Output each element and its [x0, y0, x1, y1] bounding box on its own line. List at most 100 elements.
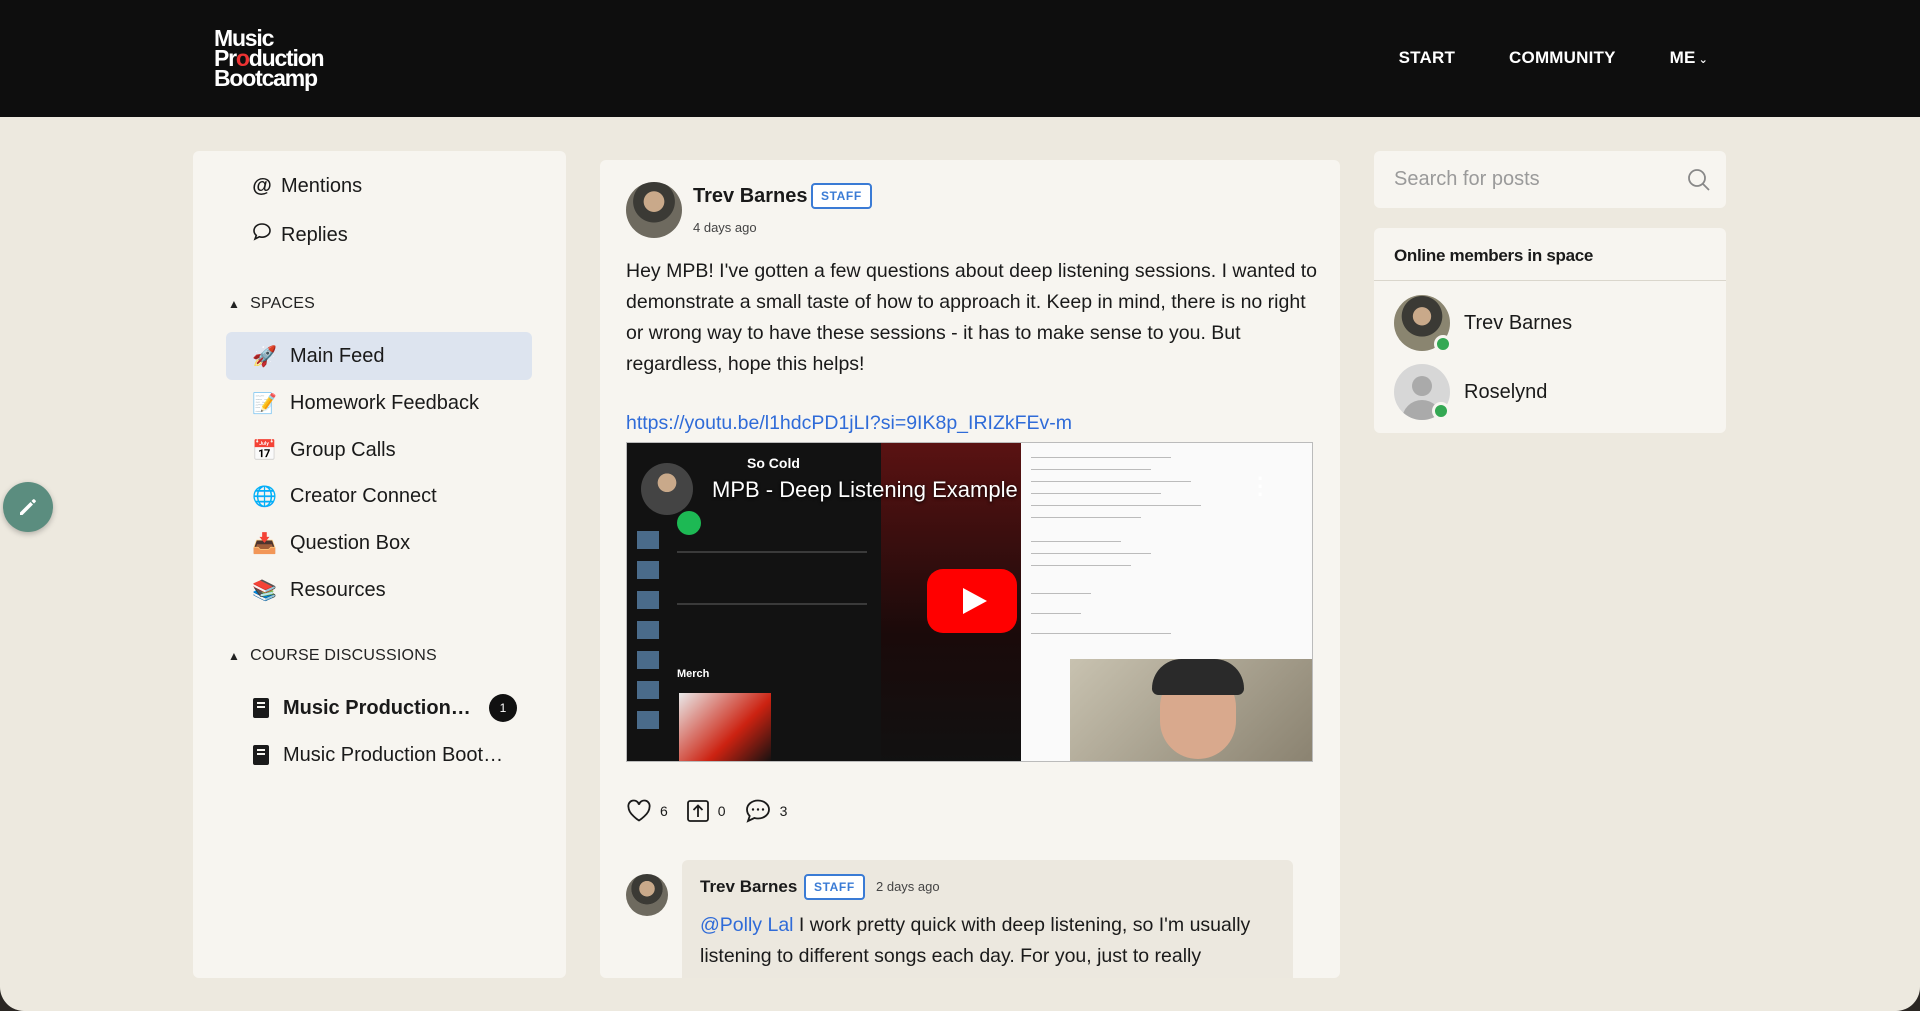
comment-count: 3	[779, 803, 788, 819]
mention-link[interactable]: @Polly Lal	[700, 914, 794, 936]
chevron-down-icon: ⌄	[1698, 54, 1708, 66]
thumbnail	[637, 711, 659, 729]
webcam-overlay	[1070, 659, 1312, 761]
rocket-icon: 🚀	[252, 345, 277, 368]
like-button[interactable]: 6	[626, 799, 668, 823]
sidebar-item-creator-connect[interactable]: 🌐 Creator Connect	[226, 472, 532, 520]
sidebar-item-label: Music Production Bootc...	[283, 743, 505, 766]
sidebar-item-label: Resources	[290, 578, 386, 601]
sidebar-item-label: Question Box	[290, 531, 411, 554]
search-box	[1374, 151, 1726, 208]
sidebar-item-question-box[interactable]: 📥 Question Box	[226, 519, 532, 567]
thumbnail	[637, 591, 659, 609]
comment-button[interactable]: 3	[744, 798, 788, 824]
thumbnail	[637, 561, 659, 579]
nav-start[interactable]: START	[1399, 48, 1455, 68]
nav-me[interactable]: ME ⌄	[1670, 48, 1708, 68]
sidebar-item-label: Replies	[281, 223, 348, 246]
share-button[interactable]: 0	[686, 799, 726, 823]
post-card: Trev Barnes STAFF 4 days ago Hey MPB! I'…	[600, 160, 1340, 978]
online-members-heading: Online members in space	[1374, 228, 1726, 281]
app-frame: Music Production Bootcamp START COMMUNIT…	[0, 0, 1920, 1011]
nav-community[interactable]: COMMUNITY	[1509, 48, 1616, 68]
speech-bubble-icon	[251, 222, 273, 248]
divider	[677, 551, 867, 553]
post-author[interactable]: Trev Barnes	[693, 185, 808, 208]
thumbnail	[637, 531, 659, 549]
staff-badge: STAFF	[811, 183, 872, 209]
share-icon	[686, 800, 709, 822]
divider	[1031, 469, 1151, 470]
divider	[1031, 493, 1161, 494]
webcam-cap	[1152, 659, 1244, 695]
search-icon[interactable]	[1686, 167, 1712, 193]
thumbnail	[637, 681, 659, 699]
divider	[677, 603, 867, 605]
pencil-icon	[20, 499, 36, 515]
search-input[interactable]	[1374, 151, 1674, 208]
online-member[interactable]: Trev Barnes	[1394, 295, 1572, 353]
comment-author[interactable]: Trev Barnes	[700, 877, 797, 897]
at-icon: @	[252, 175, 272, 197]
thumbnail	[637, 651, 659, 669]
author-avatar[interactable]	[626, 182, 682, 238]
sidebar-item-label: Group Calls	[290, 438, 396, 461]
comment-timestamp[interactable]: 2 days ago	[876, 879, 940, 894]
like-count: 6	[660, 803, 668, 819]
sidebar-item-mentions[interactable]: @ Mentions	[251, 175, 362, 198]
divider	[1031, 541, 1121, 542]
sidebar-item-replies[interactable]: Replies	[251, 222, 348, 248]
divider	[1031, 505, 1201, 506]
divider	[1031, 553, 1151, 554]
sidebar-item-label: Creator Connect	[290, 484, 437, 507]
book-icon	[253, 698, 269, 718]
logo[interactable]: Music Production Bootcamp	[214, 27, 334, 92]
memo-icon: 📝	[252, 392, 277, 415]
book-icon	[253, 745, 269, 765]
heart-icon	[627, 799, 651, 822]
online-status-dot	[1434, 335, 1452, 353]
comment-author-avatar[interactable]	[626, 874, 668, 916]
more-vertical-icon[interactable]: · · ·	[1257, 468, 1264, 506]
post-actions: 6 0 3	[626, 798, 787, 824]
divider	[1031, 593, 1091, 594]
sidebar-item-group-calls[interactable]: 📅 Group Calls	[226, 426, 532, 474]
compose-button[interactable]	[3, 482, 53, 532]
video-song-title: So Cold	[747, 455, 800, 471]
chevron-up-icon: ▲	[228, 649, 241, 663]
post-link[interactable]: https://youtu.be/l1hdcPD1jLI?si=9IK8p_IR…	[626, 412, 1072, 435]
divider	[1031, 613, 1081, 614]
video-title[interactable]: MPB - Deep Listening Example	[712, 477, 1018, 503]
spaces-section-toggle[interactable]: ▲ SPACES	[228, 295, 315, 313]
sidebar-item-homework-feedback[interactable]: 📝 Homework Feedback	[226, 379, 532, 427]
play-circle-icon	[677, 511, 701, 535]
course-discussions-section-toggle[interactable]: ▲ COURSE DISCUSSIONS	[228, 647, 437, 665]
online-status-dot	[1432, 402, 1450, 420]
sidebar-item-course-2[interactable]: Music Production Bootc...	[253, 735, 533, 775]
sidebar-item-course-1[interactable]: Music Production B... 1	[253, 688, 533, 728]
sidebar-item-resources[interactable]: 📚 Resources	[226, 566, 532, 614]
album-art	[679, 693, 771, 761]
thumbnail	[637, 621, 659, 639]
share-count: 0	[717, 803, 726, 819]
spaces-heading: SPACES	[250, 295, 316, 312]
sidebar-item-label: Music Production B...	[283, 696, 475, 719]
youtube-play-button[interactable]	[927, 569, 1017, 633]
online-members-panel: Online members in space Trev Barnes Rose…	[1374, 228, 1726, 433]
video-embed[interactable]: So Cold Merch MPB - Deep Listening Examp…	[626, 442, 1313, 762]
divider	[1031, 633, 1171, 634]
left-sidebar: @ Mentions Replies ▲ SPACES 🚀 Main Feed …	[193, 151, 566, 978]
divider	[1031, 481, 1191, 482]
comment-icon	[745, 799, 770, 823]
inbox-icon: 📥	[252, 532, 277, 555]
books-icon: 📚	[252, 579, 277, 602]
unread-badge: 1	[489, 694, 517, 722]
channel-avatar[interactable]	[641, 463, 693, 515]
top-navbar: Music Production Bootcamp START COMMUNIT…	[0, 0, 1920, 117]
online-member[interactable]: Roselynd	[1394, 364, 1547, 420]
member-name: Roselynd	[1464, 380, 1548, 403]
sidebar-item-main-feed[interactable]: 🚀 Main Feed	[226, 332, 532, 380]
video-merch-label: Merch	[677, 668, 710, 680]
main-nav: START COMMUNITY ME ⌄	[1399, 48, 1708, 68]
post-timestamp[interactable]: 4 days ago	[693, 220, 757, 235]
